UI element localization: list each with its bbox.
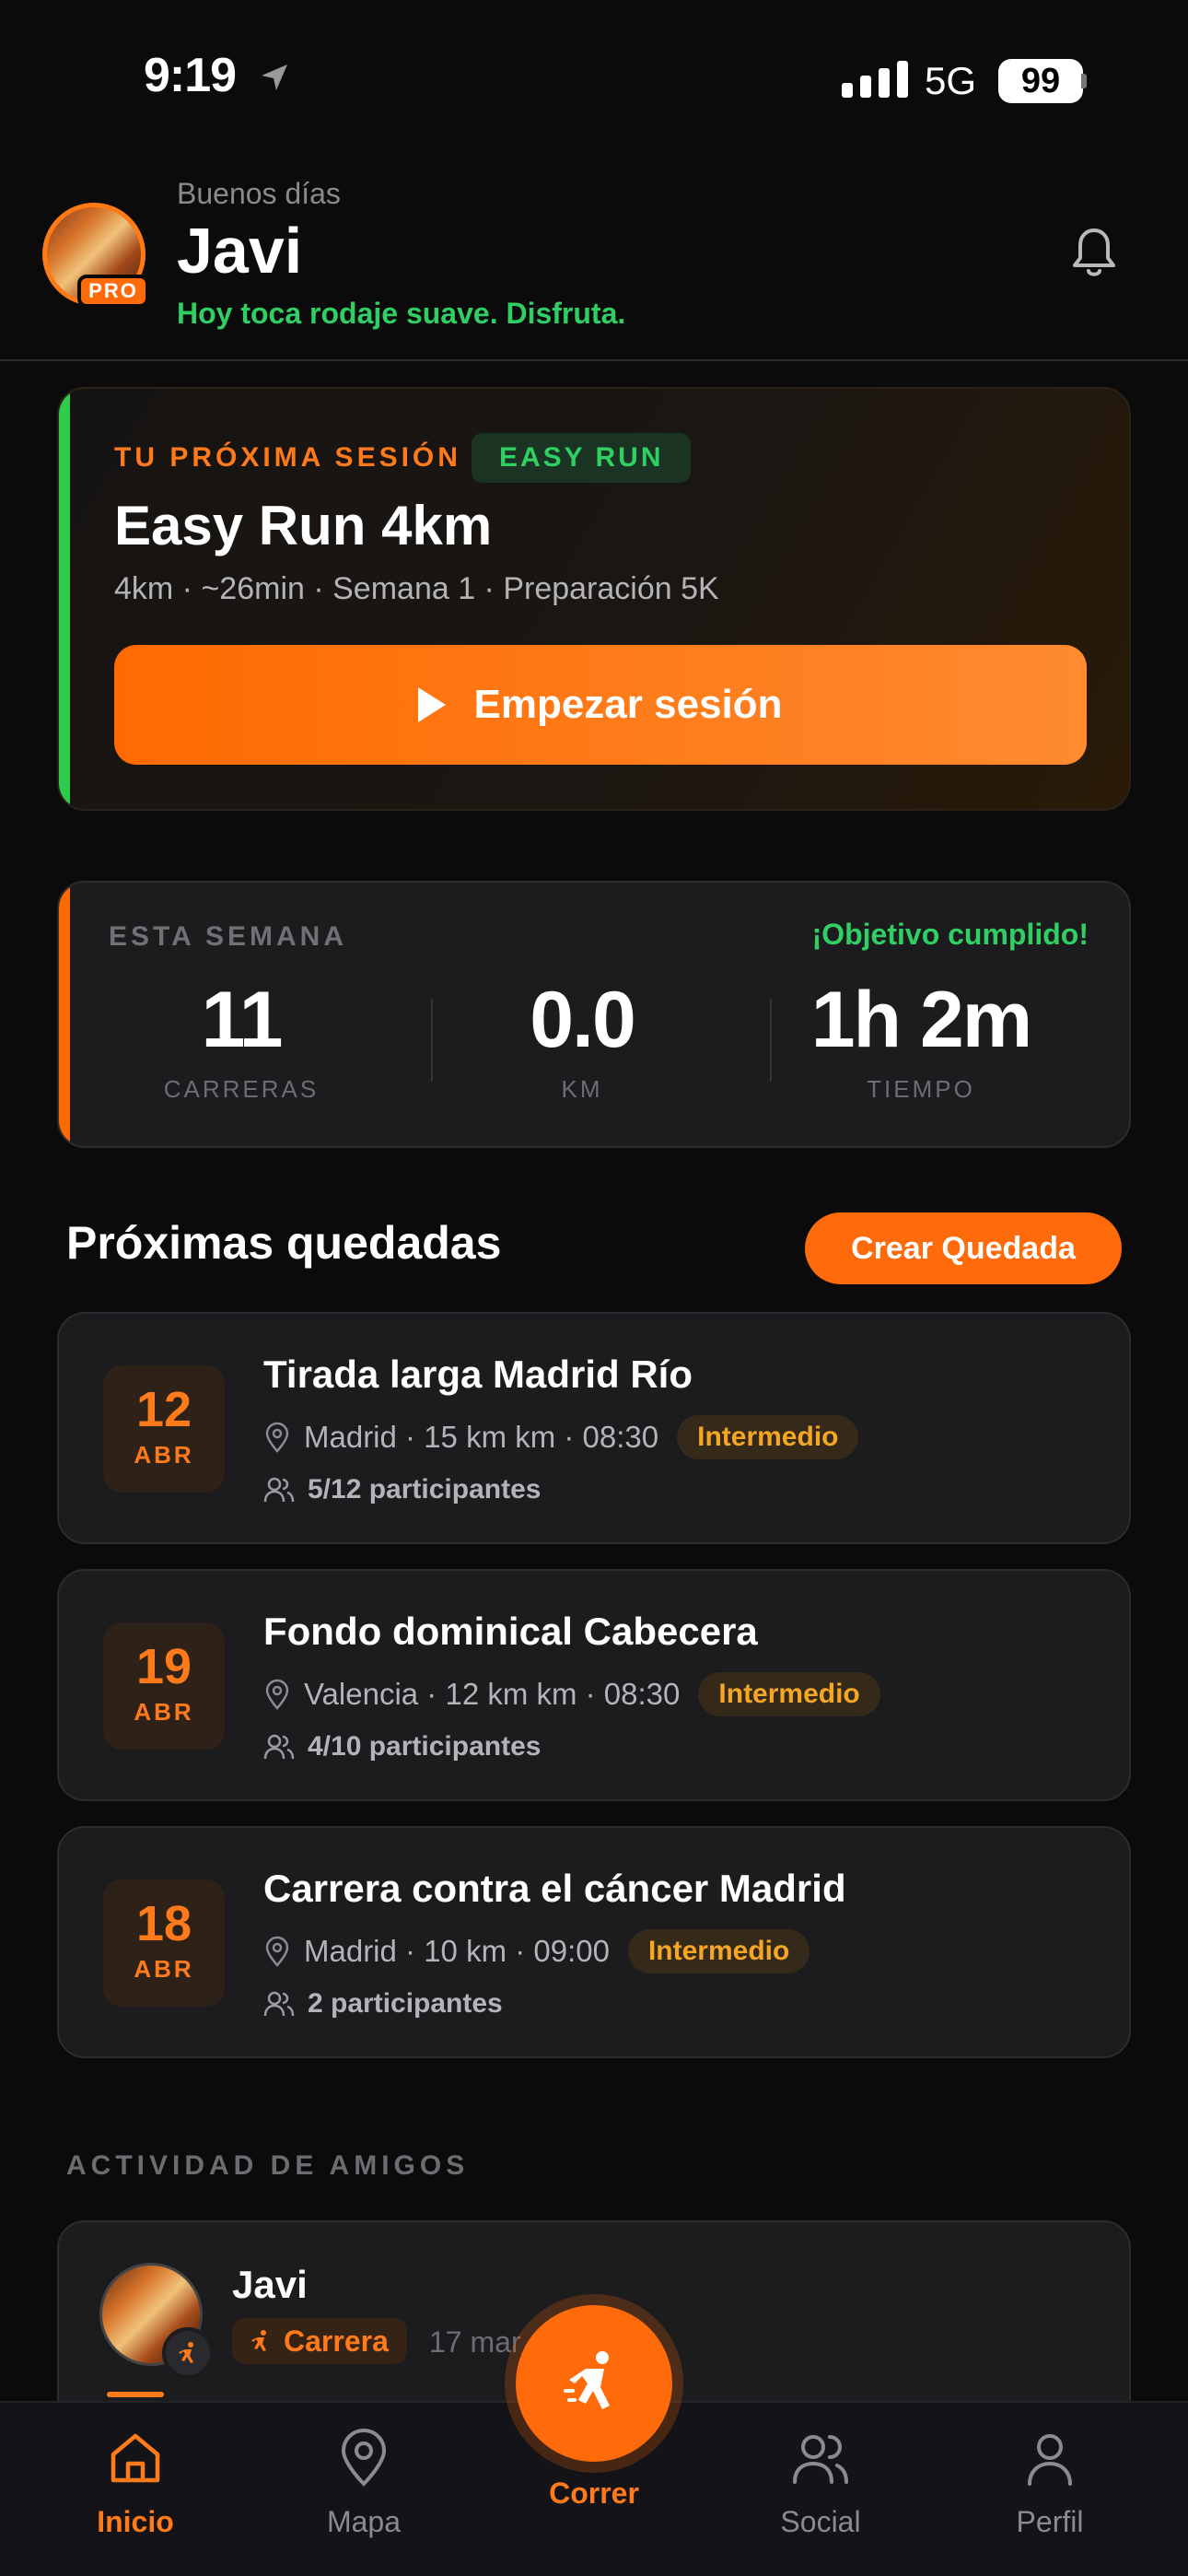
meetup-meta: Madrid · 10 km · 09:00 Intermedio <box>263 1929 810 1973</box>
meetup-participants: 5/12 participantes <box>263 1474 541 1505</box>
activity-type-label: Carrera <box>284 2324 389 2358</box>
start-run-button[interactable] <box>516 2305 672 2462</box>
session-kicker: TU PRÓXIMA SESIÓN <box>114 442 461 473</box>
meetup-card[interactable]: 19 ABR Fondo dominical Cabecera Valencia… <box>57 1569 1131 1801</box>
meetup-meta-text: Madrid · 15 km km · 08:30 <box>304 1420 659 1454</box>
users-icon <box>263 1734 295 1760</box>
stat-time: 1h 2m TIEMPO <box>751 975 1090 1104</box>
meetup-month: ABR <box>134 1955 194 1983</box>
tab-mapa[interactable]: Mapa <box>272 2401 456 2539</box>
location-pin-icon <box>265 1679 289 1710</box>
signal-icon <box>842 61 908 98</box>
start-session-button[interactable]: Empezar sesión <box>114 645 1087 765</box>
meetup-date: 19 ABR <box>103 1622 225 1750</box>
map-pin-icon <box>341 2429 387 2487</box>
user-name: Javi <box>177 215 303 287</box>
meetup-title: Fondo dominical Cabecera <box>263 1610 758 1653</box>
meetups-title: Próximas quedadas <box>66 1217 502 1269</box>
network-label: 5G <box>925 59 977 102</box>
stat-value: 11 <box>201 976 284 1064</box>
play-icon <box>418 687 447 722</box>
runner-icon <box>162 2327 214 2379</box>
active-tab-indicator <box>107 2392 164 2397</box>
participants-text: 4/10 participantes <box>308 1731 542 1762</box>
users-icon <box>793 2435 848 2484</box>
status-time: 9:19 <box>144 49 237 102</box>
goal-status: ¡Objetivo cumplido! <box>811 918 1089 951</box>
tab-label: Inicio <box>97 2505 174 2538</box>
friends-activity-label: ACTIVIDAD DE AMIGOS <box>66 2150 470 2181</box>
tab-label: Social <box>780 2505 861 2538</box>
tab-label: Perfil <box>1016 2505 1084 2538</box>
participants-text: 2 participantes <box>308 1988 503 2019</box>
tab-social[interactable]: Social <box>728 2401 913 2539</box>
meetup-meta-text: Valencia · 12 km km · 08:30 <box>304 1677 681 1711</box>
meetup-date: 18 ABR <box>103 1879 225 2007</box>
next-session-card[interactable]: TU PRÓXIMA SESIÓN EASY RUN Easy Run 4km … <box>57 387 1131 811</box>
week-stats-card: ESTA SEMANA ¡Objetivo cumplido! 11 CARRE… <box>57 881 1131 1148</box>
meetup-level-badge: Intermedio <box>677 1415 859 1459</box>
tab-label: Mapa <box>326 2505 402 2538</box>
battery-cap <box>1081 74 1087 88</box>
runner-icon <box>251 2330 266 2351</box>
tab-perfil[interactable]: Perfil <box>958 2401 1142 2539</box>
participants-text: 5/12 participantes <box>308 1474 542 1505</box>
meetup-day: 12 <box>135 1382 192 1437</box>
meetup-card[interactable]: 18 ABR Carrera contra el cáncer Madrid M… <box>57 1826 1131 2058</box>
stat-value: 1h 2m <box>810 976 1033 1064</box>
meetup-month: ABR <box>134 1698 194 1726</box>
location-pin-icon <box>265 1422 289 1453</box>
meetup-day: 18 <box>135 1896 192 1951</box>
stat-value: 0.0 <box>530 976 636 1064</box>
stat-label: KM <box>561 1075 603 1103</box>
session-type-tag: EASY RUN <box>472 433 692 483</box>
greeting: Buenos días <box>177 177 341 210</box>
start-session-label: Empezar sesión <box>473 682 783 727</box>
session-meta: 4km · ~26min · Semana 1 · Preparación 5K <box>114 571 719 606</box>
home-icon <box>111 2433 160 2483</box>
location-arrow-icon <box>262 64 287 90</box>
meetup-meta: Valencia · 12 km km · 08:30 Intermedio <box>263 1672 880 1716</box>
tab-label: Correr <box>549 2476 639 2510</box>
week-accent-bar <box>59 883 70 1146</box>
bell-icon[interactable] <box>1068 225 1120 280</box>
pro-badge: PRO <box>77 275 149 308</box>
users-icon <box>263 1477 295 1503</box>
stat-runs: 11 CARRERAS <box>72 975 411 1104</box>
person-icon <box>1028 2434 1072 2486</box>
session-title: Easy Run 4km <box>114 495 493 556</box>
activity-date: 17 mar <box>429 2325 521 2359</box>
week-label: ESTA SEMANA <box>109 921 348 952</box>
daily-tagline: Hoy toca rodaje suave. Disfruta. <box>177 297 626 330</box>
meetup-participants: 2 participantes <box>263 1988 503 2020</box>
meetup-title: Tirada larga Madrid Río <box>263 1352 693 1396</box>
users-icon <box>263 1991 295 2017</box>
meetup-meta: Madrid · 15 km km · 08:30 Intermedio <box>263 1415 859 1459</box>
create-meetup-button[interactable]: Crear Quedada <box>805 1212 1122 1284</box>
meetup-title: Carrera contra el cáncer Madrid <box>263 1867 846 1910</box>
session-accent-bar <box>59 389 70 809</box>
tab-inicio[interactable]: Inicio <box>43 2401 227 2539</box>
stat-label: TIEMPO <box>867 1075 975 1103</box>
stat-distance: 0.0 KM <box>413 975 751 1104</box>
meetup-level-badge: Intermedio <box>627 1929 810 1973</box>
location-pin-icon <box>265 1936 289 1967</box>
meetup-month: ABR <box>134 1441 194 1469</box>
meetup-day: 19 <box>135 1639 192 1694</box>
friend-name: Javi <box>232 2263 308 2306</box>
meetup-level-badge: Intermedio <box>698 1672 880 1716</box>
meetup-date: 12 ABR <box>103 1365 225 1493</box>
meetup-card[interactable]: 12 ABR Tirada larga Madrid Río Madrid · … <box>57 1312 1131 1544</box>
meetup-participants: 4/10 participantes <box>263 1731 541 1762</box>
activity-type-badge: Carrera <box>232 2318 407 2364</box>
header-divider <box>0 359 1188 361</box>
meetup-meta-text: Madrid · 10 km · 09:00 <box>304 1934 610 1968</box>
runner-icon <box>564 2351 610 2409</box>
battery-icon: 99 <box>998 59 1083 103</box>
stat-label: CARRERAS <box>163 1075 320 1103</box>
